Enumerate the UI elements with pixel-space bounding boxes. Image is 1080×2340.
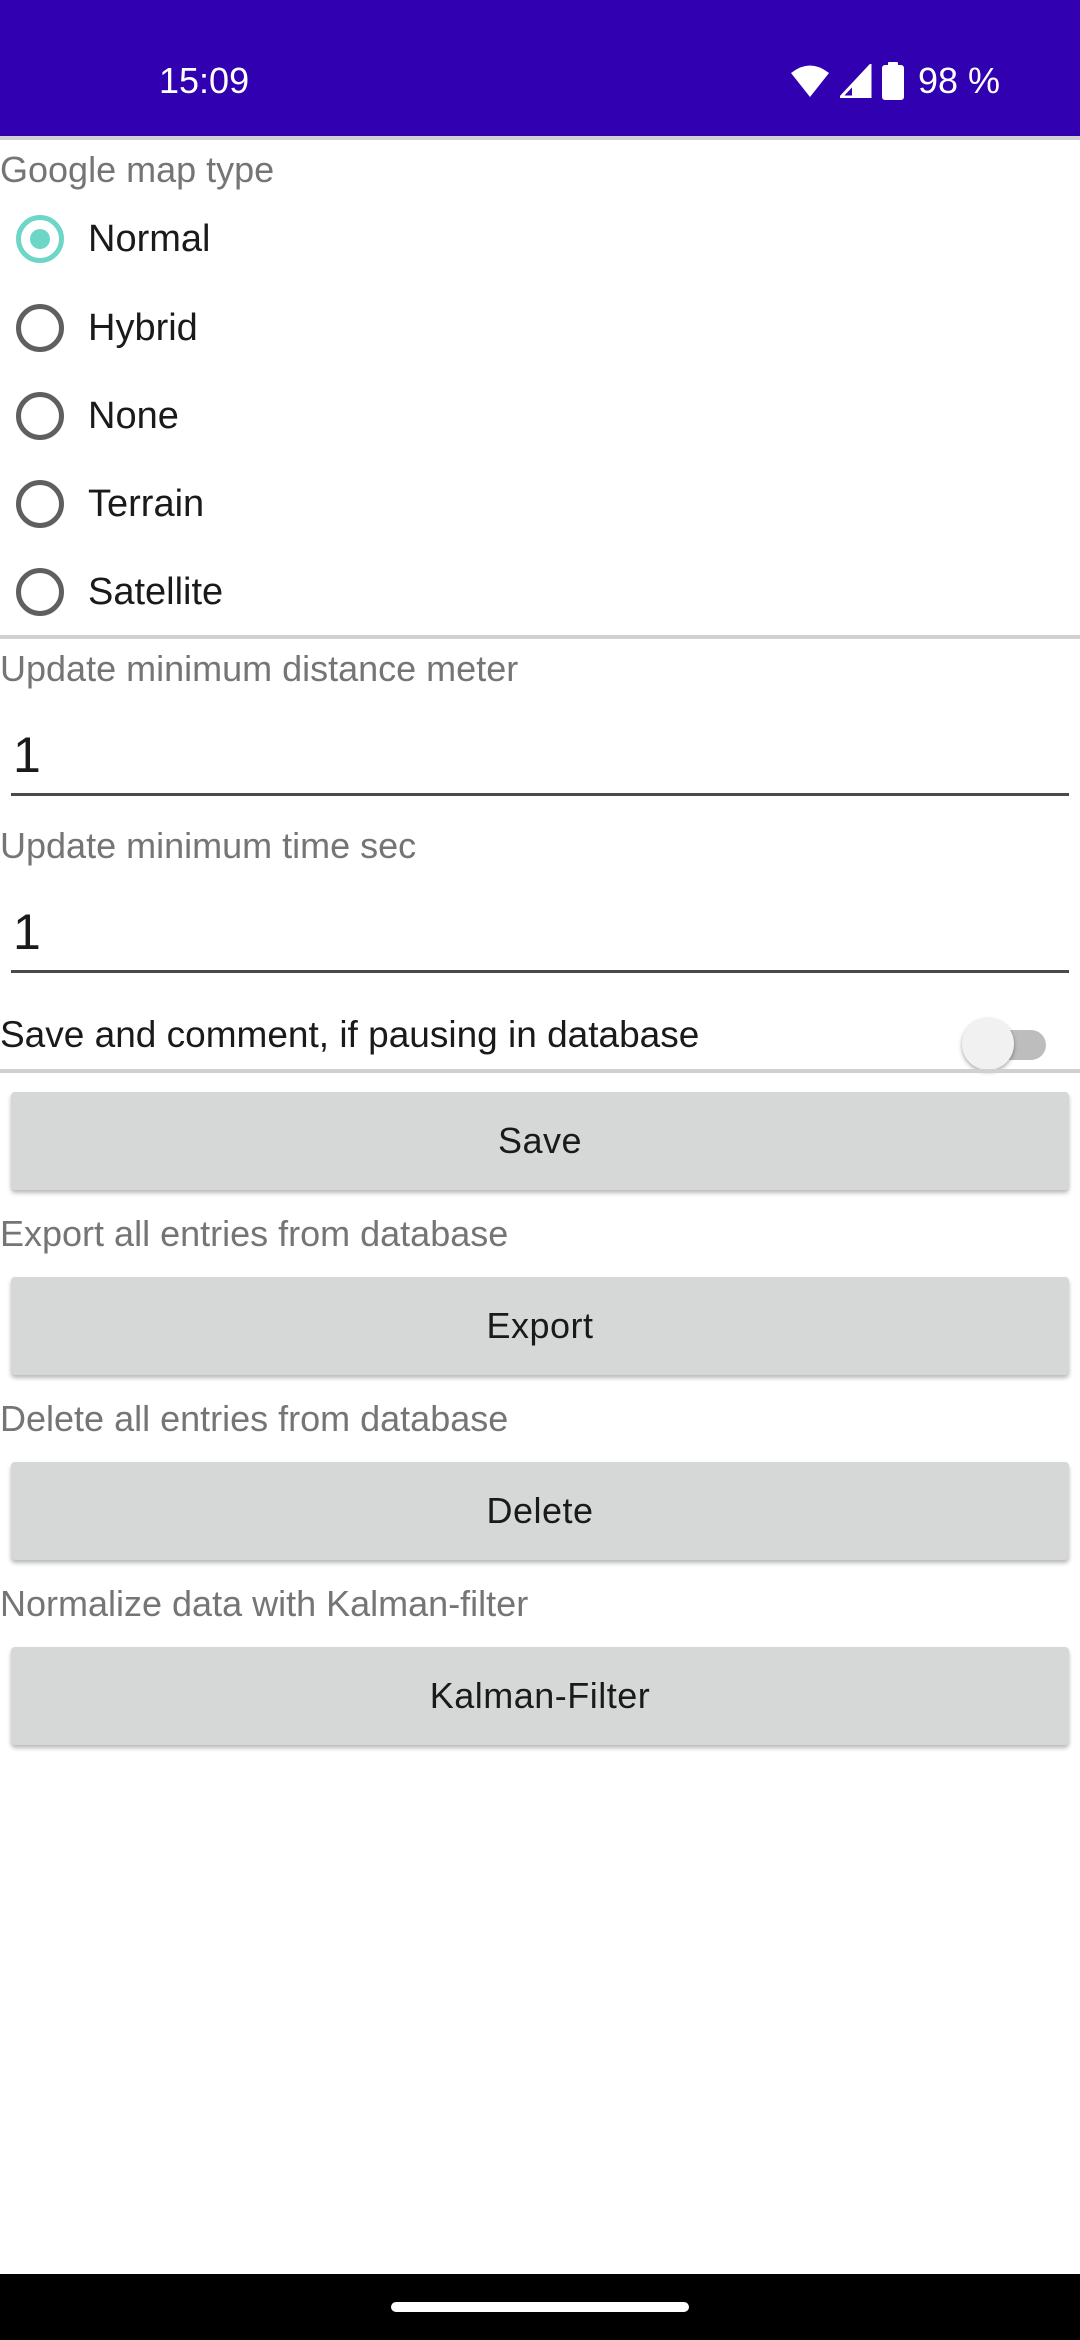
radio-option-hybrid[interactable]: Hybrid [0,288,1080,368]
delete-button[interactable]: Delete [11,1462,1069,1560]
signal-icon [839,64,872,98]
battery-icon [881,62,904,100]
radio-option-terrain[interactable]: Terrain [0,464,1080,544]
kalman-filter-button[interactable]: Kalman-Filter [11,1647,1069,1745]
divider [0,136,1080,140]
pause-toggle-switch[interactable] [962,1013,1050,1073]
divider [0,635,1080,639]
wifi-icon [790,64,830,98]
radio-option-normal[interactable]: Normal [0,199,1080,279]
radio-button-icon[interactable] [16,480,64,528]
min-distance-label: Update minimum distance meter [0,648,519,689]
radio-button-icon[interactable] [16,304,64,352]
radio-label: Normal [88,218,211,260]
radio-label: Satellite [88,571,224,613]
divider [0,1069,1080,1073]
min-time-label: Update minimum time sec [0,825,417,866]
delete-label: Delete all entries from database [0,1398,509,1439]
radio-label: Hybrid [88,307,198,349]
min-time-input[interactable] [11,893,1069,973]
status-bar: 15:09 98 % [0,0,1080,136]
map-type-label: Google map type [0,149,275,190]
export-label: Export all entries from database [0,1213,509,1254]
navigation-bar [0,2274,1080,2340]
pause-switch-label: Save and comment, if pausing in database [0,1014,700,1055]
battery-percentage: 98 % [917,60,1000,101]
switch-thumb [962,1018,1014,1070]
radio-label: None [88,395,179,437]
radio-label: Terrain [88,483,205,525]
export-button[interactable]: Export [11,1277,1069,1375]
radio-button-checked-icon[interactable] [16,215,64,263]
radio-button-icon[interactable] [16,568,64,616]
min-distance-input[interactable] [11,716,1069,796]
radio-option-satellite[interactable]: Satellite [0,552,1080,632]
status-icons: 98 % [790,58,1000,104]
status-time: 15:09 [159,60,250,101]
kalman-label: Normalize data with Kalman-filter [0,1583,529,1624]
save-button[interactable]: Save [11,1092,1069,1190]
radio-option-none[interactable]: None [0,376,1080,456]
radio-button-icon[interactable] [16,392,64,440]
home-gesture-handle[interactable] [391,2302,689,2312]
